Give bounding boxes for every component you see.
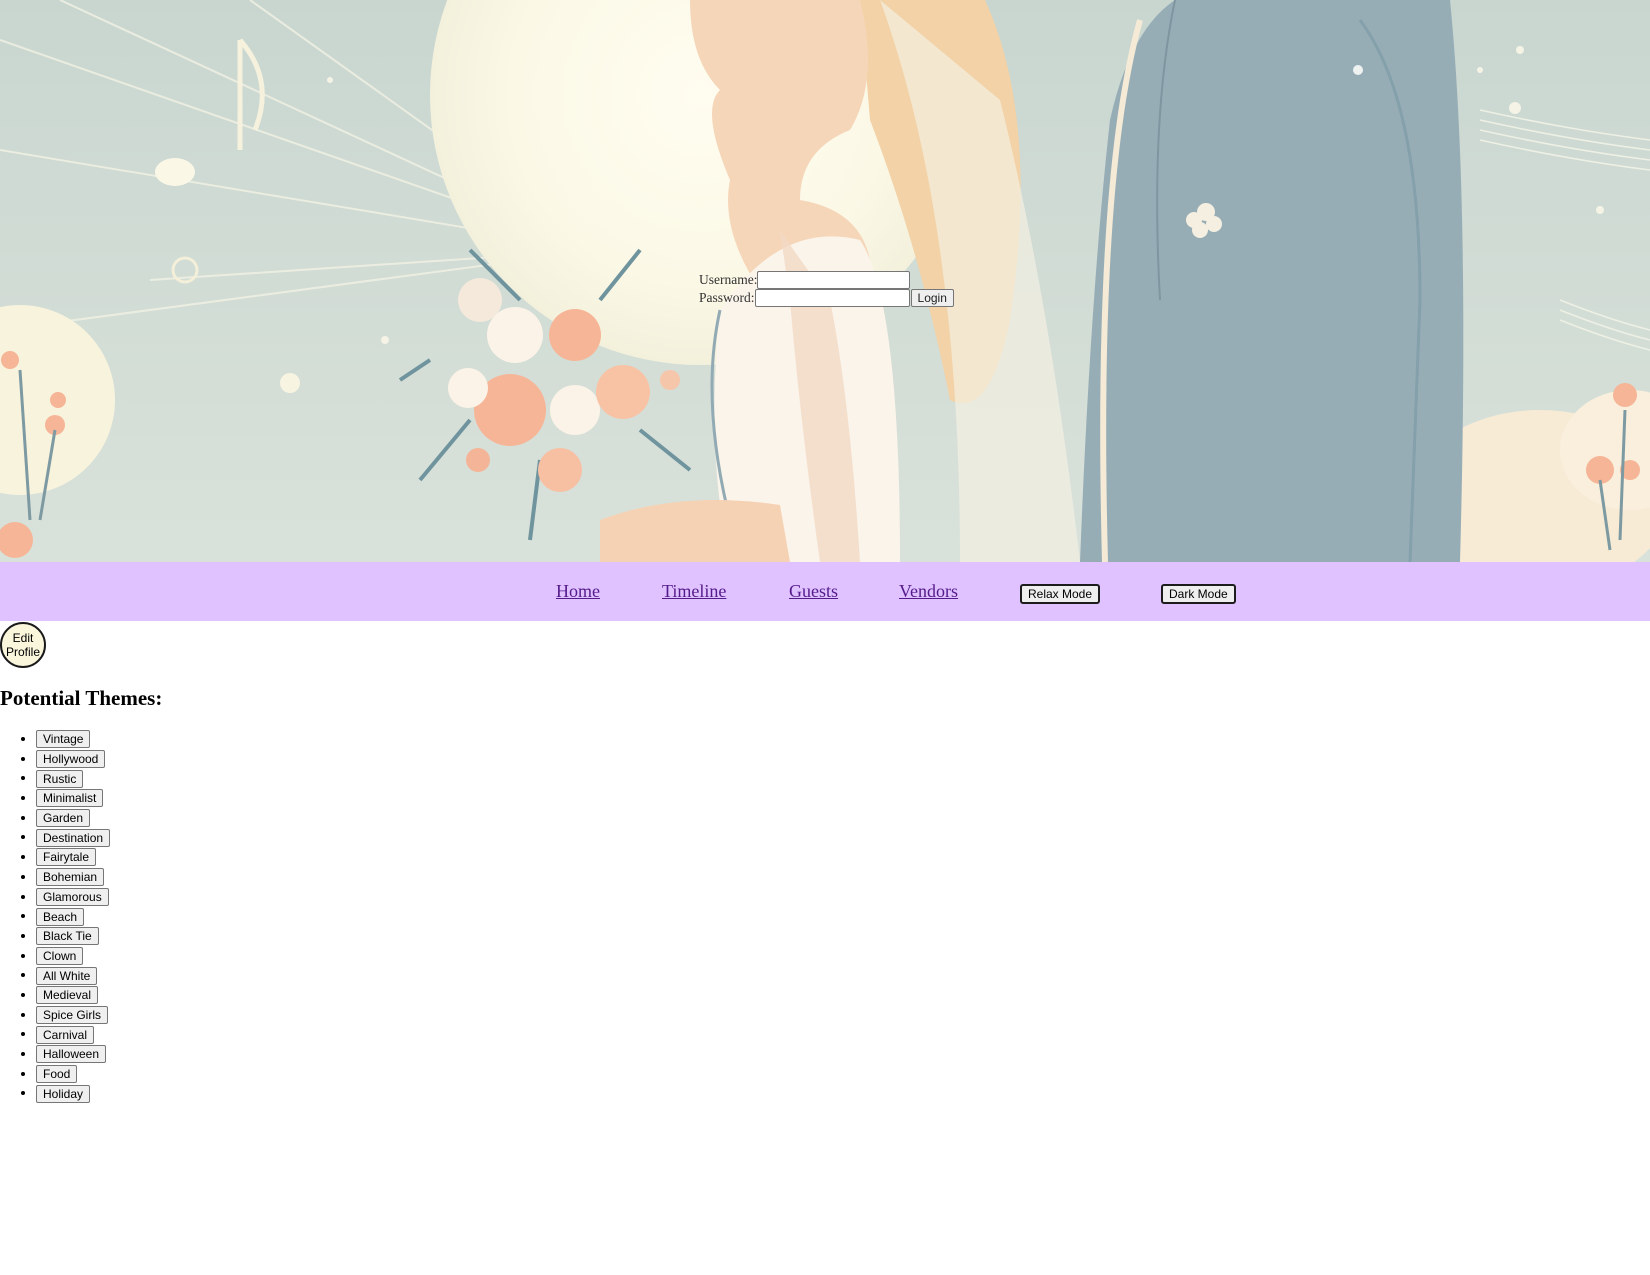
list-item: Beach [36,906,110,926]
theme-button-vintage[interactable]: Vintage [36,730,91,749]
theme-button-destination[interactable]: Destination [36,828,111,847]
nav-link-guests[interactable]: Guests [789,581,838,602]
list-item: Destination [36,827,111,847]
username-input[interactable] [757,271,911,289]
theme-button-food[interactable]: Food [36,1065,78,1084]
theme-button-all-white[interactable]: All White [36,966,98,985]
theme-button-halloween[interactable]: Halloween [36,1045,107,1064]
theme-button-rustic[interactable]: Rustic [36,769,84,788]
password-label: Password: [699,290,755,305]
list-item: Rustic [36,768,110,788]
theme-button-black-tie[interactable]: Black Tie [36,927,99,946]
theme-button-carnival[interactable]: Carnival [36,1025,95,1044]
theme-button-garden[interactable]: Garden [36,809,91,828]
list-item: Minimalist [36,788,110,808]
main-nav: Home Timeline Guests Vendors Relax Mode … [0,562,1650,621]
list-item: Fairytale [36,847,110,867]
theme-button-holiday[interactable]: Holiday [36,1084,91,1103]
nav-link-vendors[interactable]: Vendors [899,581,958,602]
hero-banner: Username: Password: Login [0,0,1650,562]
theme-button-spice-girls[interactable]: Spice Girls [36,1005,109,1024]
list-item: Hollywood [36,749,110,769]
list-item: Vintage [36,729,110,749]
list-item: Garden [36,808,110,828]
list-item: Clown [36,946,110,966]
theme-button-clown[interactable]: Clown [36,946,84,965]
username-label: Username: [699,272,758,287]
list-item: All White [36,965,110,985]
theme-button-glamorous[interactable]: Glamorous [36,887,109,906]
themes-heading: Potential Themes: [0,686,163,710]
login-button[interactable]: Login [910,289,954,307]
list-item: Halloween [36,1044,110,1064]
theme-list: Vintage Hollywood Rustic Minimalist Gard… [0,729,111,1103]
list-item: Medieval [36,985,110,1005]
nav-link-timeline[interactable]: Timeline [662,581,726,602]
list-item: Black Tie [36,926,110,946]
list-item: Holiday [36,1083,110,1103]
edit-profile-button[interactable]: Edit Profile [0,622,46,668]
theme-button-bohemian[interactable]: Bohemian [36,868,105,887]
relax-mode-button[interactable]: Relax Mode [1020,584,1101,604]
list-item: Carnival [36,1024,110,1044]
dark-mode-button[interactable]: Dark Mode [1161,584,1236,604]
list-item: Bohemian [36,867,110,887]
theme-button-beach[interactable]: Beach [36,907,85,926]
list-item: Spice Girls [36,1005,110,1025]
theme-button-minimalist[interactable]: Minimalist [36,789,104,808]
nav-link-home[interactable]: Home [556,581,600,602]
theme-button-hollywood[interactable]: Hollywood [36,750,106,769]
password-input[interactable] [754,289,910,307]
theme-button-medieval[interactable]: Medieval [36,986,99,1005]
theme-button-fairytale[interactable]: Fairytale [36,848,97,867]
list-item: Glamorous [36,887,110,907]
login-form: Username: Password: Login [699,271,954,307]
list-item: Food [36,1064,110,1084]
